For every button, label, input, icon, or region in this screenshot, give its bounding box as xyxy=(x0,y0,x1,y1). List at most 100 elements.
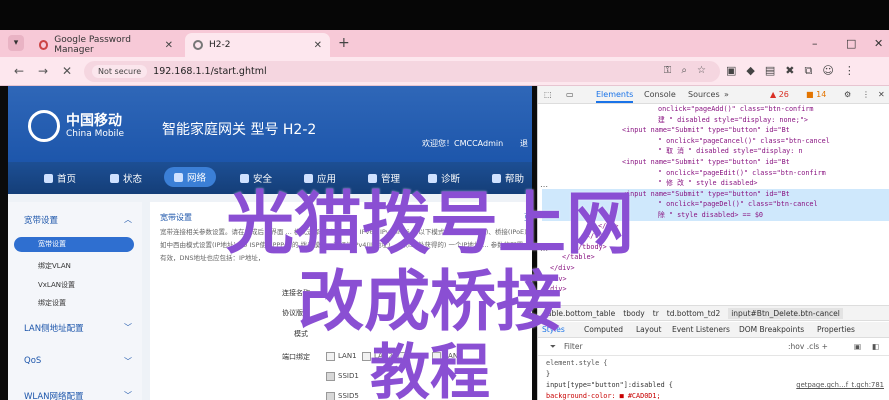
extension-icon[interactable]: ✖ xyxy=(785,64,794,78)
top-black-bar xyxy=(0,0,889,30)
rule-selector: input[type="button"]:disabled { xyxy=(546,381,673,389)
close-icon[interactable]: ✕ xyxy=(314,40,322,51)
nav-diagnose[interactable]: 诊断 xyxy=(428,171,460,185)
sidebar-group-label: LAN侧地址配置 xyxy=(24,324,84,334)
rule-line: input[type="button"]:disabled { getpage.g… xyxy=(546,380,886,391)
nav-manage[interactable]: 管理 xyxy=(368,171,400,185)
forward-button[interactable]: → xyxy=(38,64,48,78)
globe-icon xyxy=(193,40,203,50)
help-icon xyxy=(492,173,501,183)
breadcrumb-item[interactable]: td.bottom_td2 xyxy=(667,309,720,318)
style-tools[interactable]: :hov .cls + xyxy=(788,342,828,351)
dom-node-line[interactable]: <input name="Submit" type="button" id="B… xyxy=(542,157,889,168)
key-icon[interactable]: ⚿ xyxy=(664,65,672,76)
tab-properties[interactable]: Properties xyxy=(817,325,855,334)
menu-icon[interactable]: ⋮ xyxy=(844,64,855,78)
logo-cn: 中国移动 xyxy=(66,113,122,129)
styles-filter-bar: ⏷ Filter :hov .cls + ▣ ◧ xyxy=(538,338,889,356)
device-toggle-icon[interactable]: ▭ xyxy=(566,90,574,99)
sidebar-group-label: WLAN网络配置 xyxy=(24,392,84,400)
menu-icon[interactable]: ⋮ xyxy=(862,90,870,99)
diagnose-icon xyxy=(428,173,437,183)
dom-node-line[interactable]: " onclick="pageCancel()" class="btn-canc… xyxy=(542,136,889,147)
close-icon[interactable]: ✕ xyxy=(165,40,173,51)
nav-label: 安全 xyxy=(253,174,273,185)
gear-icon[interactable]: ⚙ xyxy=(844,90,851,99)
sidebar-item-vxlan[interactable]: VxLAN设置 xyxy=(38,280,75,290)
gear-icon xyxy=(368,173,377,183)
logout-link[interactable]: 退 xyxy=(520,138,528,149)
breadcrumb-item[interactable]: tr xyxy=(653,309,659,318)
maximize-button[interactable]: □ xyxy=(846,37,856,50)
zoom-icon[interactable]: ⌕ xyxy=(681,65,687,76)
sidebar-item-binding[interactable]: 绑定设置 xyxy=(38,298,66,308)
screen: ▾ Google Password Manager ✕ H2-2 ✕ + – □… xyxy=(0,0,889,400)
sidebar-group-lan[interactable]: LAN侧地址配置 ﹀ xyxy=(24,322,132,334)
tab-console[interactable]: Console xyxy=(644,90,676,99)
close-icon[interactable]: ✕ xyxy=(878,90,885,99)
close-window-button[interactable]: ✕ xyxy=(874,37,883,50)
filter-input[interactable]: Filter xyxy=(564,342,583,351)
url-text[interactable]: 192.168.1.1/start.ghtml xyxy=(153,66,266,77)
tab-dom-breakpoints[interactable]: DOM Breakpoints xyxy=(739,325,804,334)
rule-line: } xyxy=(546,370,551,378)
chevron-down-icon: ﹀ xyxy=(124,357,132,366)
error-count-badge[interactable]: ▲ 26 xyxy=(770,90,789,99)
browser-tab-bar: ▾ Google Password Manager ✕ H2-2 ✕ + – □… xyxy=(0,30,889,57)
nav-security[interactable]: 安全 xyxy=(240,171,272,185)
nav-help[interactable]: 帮助 xyxy=(492,171,524,185)
sidebar-group-qos[interactable]: QoS ﹀ xyxy=(24,356,132,366)
back-button[interactable]: ← xyxy=(14,64,24,78)
sidebar-toggle-icon[interactable]: ◧ xyxy=(872,342,879,351)
not-secure-badge[interactable]: Not secure xyxy=(92,65,148,78)
shield-icon xyxy=(240,173,249,183)
nav-network[interactable]: 网络 xyxy=(164,167,217,187)
new-tab-button[interactable]: + xyxy=(338,35,350,51)
inspect-icon[interactable]: ⬚ xyxy=(544,90,552,99)
omnibox[interactable]: Not secure 192.168.1.1/start.ghtml ⚿ ⌕ ☆ xyxy=(84,61,720,82)
stop-button[interactable]: ✕ xyxy=(62,64,72,78)
nav-status[interactable]: 状态 xyxy=(110,171,142,185)
minimize-button[interactable]: – xyxy=(812,37,818,50)
rule-line: element.style { xyxy=(546,359,608,367)
dom-node-line[interactable]: " onclick="pageEdit()" class="btn-confir… xyxy=(542,168,889,179)
star-icon[interactable]: ☆ xyxy=(697,65,706,76)
omnibox-actions: ⚿ ⌕ ☆ xyxy=(664,65,706,76)
tab-layout[interactable]: Layout xyxy=(636,325,662,334)
more-tabs-icon[interactable]: » xyxy=(724,90,729,99)
warning-count-badge[interactable]: ■ 14 xyxy=(806,90,826,99)
password-manager-icon xyxy=(39,40,49,50)
sidebar-item-vlan[interactable]: 绑定VLAN xyxy=(38,261,71,271)
nav-label: 应用 xyxy=(317,174,337,185)
dom-node-line[interactable]: onclick="pageAdd()" class="btn-confirm xyxy=(542,104,889,115)
tab-google-password-manager[interactable]: Google Password Manager ✕ xyxy=(31,33,181,57)
breadcrumb-item-selected[interactable]: input#Btn_Delete.btn-cancel xyxy=(728,307,843,319)
sidebar-item-broadband[interactable]: 宽带设置 xyxy=(14,237,134,252)
style-toggle-icon[interactable]: ▣ xyxy=(854,342,861,351)
sidebar-group-broadband[interactable]: 宽带设置 ︿ xyxy=(24,214,132,226)
dom-node-line[interactable]: 建 " disabled style="display: none;"> xyxy=(542,115,889,126)
tab-event-listeners[interactable]: Event Listeners xyxy=(672,325,730,334)
address-toolbar: ← → ✕ Not secure 192.168.1.1/start.ghtml… xyxy=(0,57,889,86)
nav-home[interactable]: 首页 xyxy=(44,171,76,185)
nav-label: 状态 xyxy=(123,174,143,185)
extension-icon[interactable]: ◆ xyxy=(746,64,754,78)
china-mobile-logo-icon xyxy=(28,110,60,142)
tab-h2-2[interactable]: H2-2 ✕ xyxy=(185,33,330,57)
extension-icon[interactable]: ▤ xyxy=(765,64,775,78)
tab-search-button[interactable]: ▾ xyxy=(8,35,24,51)
breadcrumb-item[interactable]: tbody xyxy=(623,309,645,318)
rule-source-link[interactable]: getpage.gch…f_t.gch:781 xyxy=(796,380,884,391)
nav-apps[interactable]: 应用 xyxy=(304,171,336,185)
sidebar-group-wlan[interactable]: WLAN网络配置 ﹀ xyxy=(24,390,132,400)
dom-node-line[interactable]: <input name="Submit" type="button" id="B… xyxy=(542,125,889,136)
chevron-up-icon: ︿ xyxy=(124,215,132,224)
nav-label: 管理 xyxy=(381,174,401,185)
puzzle-icon[interactable]: ⧉ xyxy=(805,64,813,78)
tab-elements[interactable]: Elements xyxy=(596,90,634,103)
extension-icon[interactable]: ▣ xyxy=(726,64,736,78)
overlay-title-line-1: 光猫拨号上网 xyxy=(225,185,634,264)
tab-sources[interactable]: Sources xyxy=(688,90,720,99)
avatar[interactable]: ☺ xyxy=(822,64,833,78)
dom-node-line[interactable]: " 取 消 " disabled style="display: n xyxy=(542,146,889,157)
